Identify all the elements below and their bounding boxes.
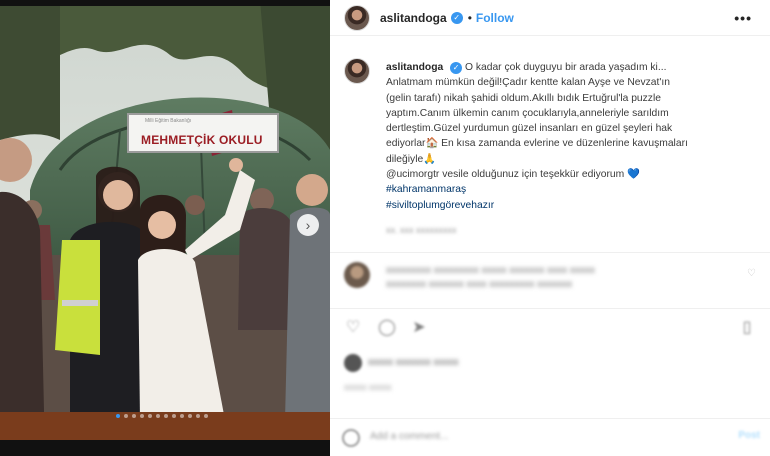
sign-main-text: MEHMETÇİK OKULU (141, 133, 263, 147)
carousel-dot (172, 414, 176, 418)
add-comment-bar: Add a comment... Post (330, 418, 770, 456)
photo-image (0, 0, 330, 456)
carousel-dot (164, 414, 168, 418)
carousel-dot (196, 414, 200, 418)
carousel-dot (148, 414, 152, 418)
carousel-dot (188, 414, 192, 418)
caption-line: Anlatmam mümkün değil!Çadır kentte kalan… (386, 77, 670, 89)
caption-line: dileğiyle🙏 (386, 153, 437, 165)
liker-avatar (344, 354, 362, 372)
likes-row: xxxxx xxxxxxx xxxxx (344, 352, 764, 374)
carousel-dot (124, 414, 128, 418)
follow-button[interactable]: Follow (476, 11, 514, 25)
post-date: xxxxx xxxxx (344, 382, 392, 392)
caption-line: (gelin tarafı) nikah şahidi oldum.Akıllı… (386, 92, 661, 104)
comment-item: xxxxxxxxx xxxxxxxxx xxxxx xxxxxxx xxxx x… (344, 262, 764, 302)
comment-icon[interactable]: ◯ (376, 316, 398, 338)
likes-text[interactable]: xxxxx xxxxxxx xxxxx (368, 357, 459, 368)
verified-badge-icon: ✓ (450, 11, 463, 24)
caption-text: aslitandoga ✓ O kadar çok duyguyu bir ar… (386, 60, 762, 213)
sign-small-text: Milli Eğitim Bakanlığı (145, 118, 192, 124)
separator-dot: • (467, 10, 472, 25)
school-sign: Milli Eğitim Bakanlığı MEHMETÇİK OKULU (127, 113, 279, 153)
mention-line[interactable]: @ucimorgtr vesile olduğunuz için teşekkü… (386, 169, 640, 180)
hashtag-link[interactable]: #kahramanmaraş (386, 184, 466, 195)
caption-username[interactable]: aslitandoga (386, 62, 443, 73)
carousel-dot (156, 414, 160, 418)
avatar[interactable] (344, 4, 370, 31)
header-username[interactable]: aslitandoga (380, 11, 447, 25)
bookmark-icon[interactable]: ▯ (736, 316, 758, 338)
carousel-dot (140, 414, 144, 418)
caption-line: dertleştim.Güzel yurdumun güzel insanlar… (386, 123, 673, 135)
divider (330, 308, 770, 309)
heart-icon[interactable]: ♡ (342, 316, 364, 338)
post-photo[interactable]: Milli Eğitim Bakanlığı MEHMETÇİK OKULU › (0, 0, 330, 456)
caption-line: O kadar çok duyguyu bir arada yaşadım ki… (464, 62, 667, 73)
emoji-icon[interactable] (342, 429, 360, 447)
more-options-icon[interactable]: ••• (734, 10, 752, 26)
chevron-right-icon: › (305, 217, 311, 233)
comment-input[interactable]: Add a comment... (370, 431, 448, 442)
commenter-avatar[interactable] (344, 262, 370, 288)
comment-like-icon[interactable]: ♡ (747, 268, 756, 279)
caption-avatar[interactable] (344, 58, 370, 84)
caption-timestamp: xx. xxx xxxxxxxxx (386, 225, 457, 235)
comment-line: xxxxxxxxx xxxxxxxxx xxxxx xxxxxxx xxxx x… (386, 265, 595, 276)
caption-line: yaptım.Canım ülkemin canım çocuklarıyla,… (386, 107, 669, 119)
post-comment-button[interactable]: Post (738, 430, 760, 441)
divider (330, 252, 770, 253)
carousel-dot (116, 414, 120, 418)
carousel-dot (204, 414, 208, 418)
share-icon[interactable]: ➤ (408, 316, 430, 338)
verified-badge-icon: ✓ (450, 61, 463, 74)
hashtag-link[interactable]: #siviltoplumgörevehazır (386, 200, 494, 211)
comment-text: xxxxxxxxx xxxxxxxxx xxxxx xxxxxxx xxxx x… (386, 264, 746, 292)
post-actions: ♡ ◯ ➤ ▯ (342, 316, 762, 342)
next-photo-button[interactable]: › (297, 214, 319, 236)
caption-line: ediyorlar🏠 En kısa zamanda evlerine ve d… (386, 138, 688, 150)
carousel-indicator (116, 414, 208, 418)
carousel-dot (180, 414, 184, 418)
comment-line: xxxxxxxx xxxxxxx xxxx xxxxxxxxx xxxxxxx (386, 279, 573, 290)
post-header: aslitandoga ✓ • Follow ••• (330, 0, 770, 36)
carousel-dot (132, 414, 136, 418)
